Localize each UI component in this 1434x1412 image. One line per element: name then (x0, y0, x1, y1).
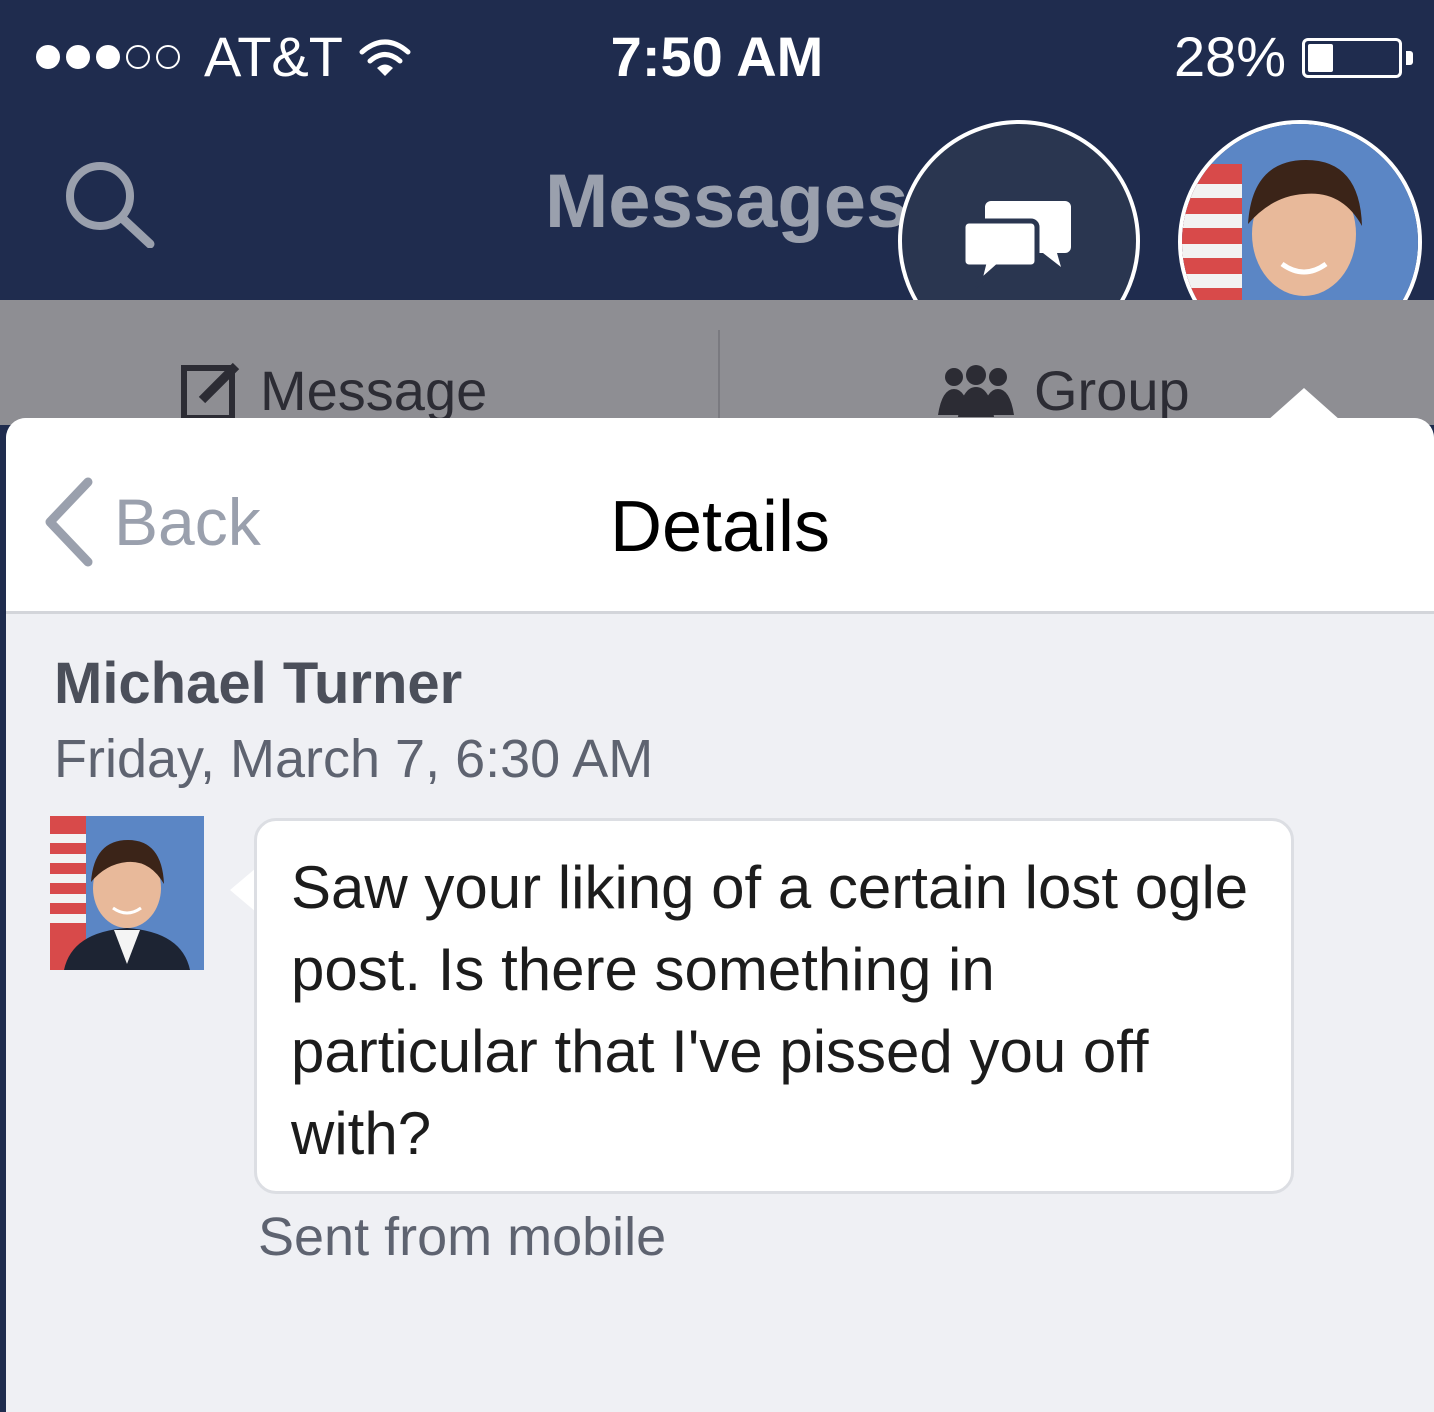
message-body: Saw your liking of a certain lost ogle p… (291, 854, 1249, 1167)
popover-arrow (1268, 388, 1340, 420)
sender-avatar[interactable] (50, 816, 204, 970)
compose-divider (718, 330, 720, 425)
new-group-button[interactable]: Group (934, 358, 1190, 423)
group-icon (938, 364, 1014, 417)
sent-via-label: Sent from mobile (258, 1207, 667, 1267)
search-icon (66, 162, 155, 249)
details-header: Back Details (6, 418, 1434, 614)
compose-icon (181, 362, 240, 421)
battery-percentage: 28% (1174, 25, 1287, 88)
nav-title: Messages (545, 159, 909, 244)
new-group-label: Group (1034, 359, 1190, 422)
nav-bar: Messages (0, 110, 1434, 364)
battery-fill (1308, 44, 1333, 72)
battery-icon (1302, 38, 1413, 78)
search-button[interactable] (60, 158, 160, 249)
new-message-label: Message (260, 359, 488, 422)
details-popover: Back Details Michael Turner Friday, Marc… (6, 418, 1434, 1412)
message-bubble-tail (230, 868, 256, 912)
chat-bubbles-icon (961, 201, 1071, 291)
message-timestamp: Friday, March 7, 6:30 AM (54, 729, 654, 789)
status-bar: AT&T 7:50 AM 28% (0, 0, 1434, 110)
sender-name[interactable]: Michael Turner (54, 650, 462, 717)
compose-bar: Message Group (0, 300, 1434, 425)
details-title: Details (609, 487, 831, 567)
new-message-button[interactable]: Message (180, 358, 487, 423)
message-bubble[interactable]: Saw your liking of a certain lost ogle p… (254, 818, 1294, 1194)
